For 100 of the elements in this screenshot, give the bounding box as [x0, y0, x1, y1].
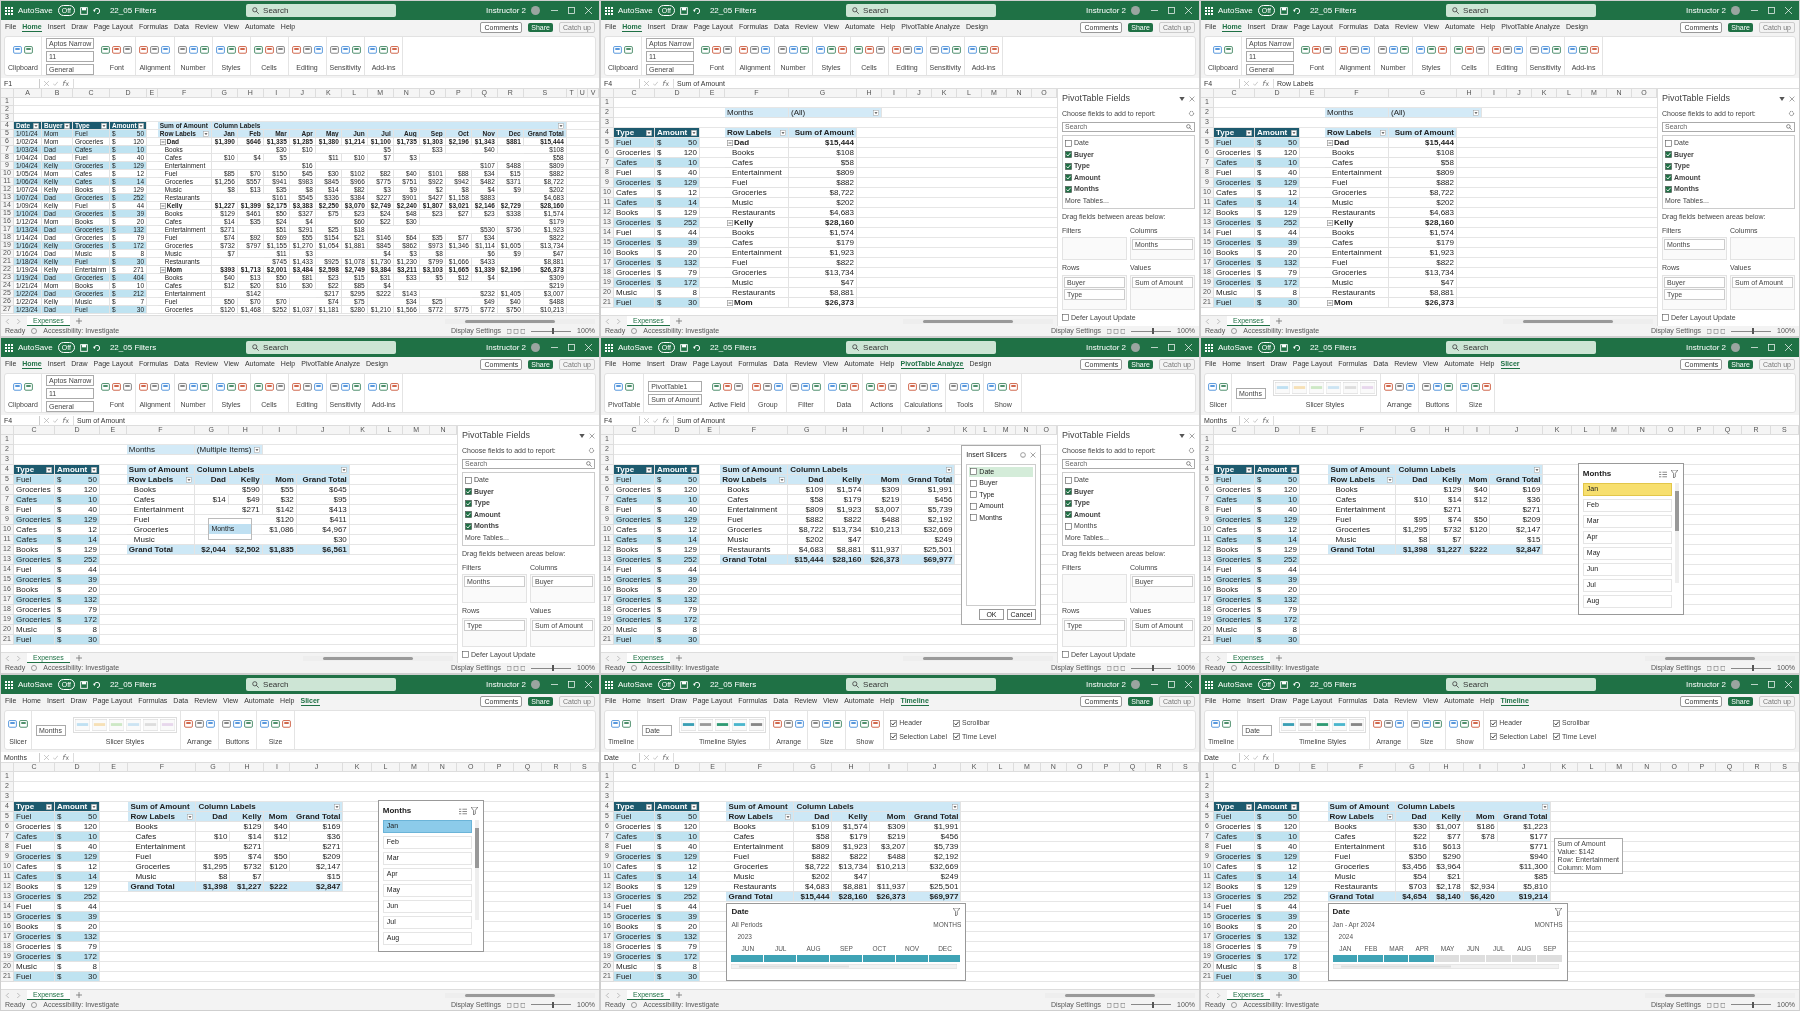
- file-name[interactable]: 22_05 Filters: [109, 341, 157, 354]
- search-field[interactable]: Search: [1446, 678, 1597, 691]
- file-name[interactable]: 22_05 Filters: [1309, 341, 1357, 354]
- checkbox[interactable]: [465, 488, 472, 496]
- command-icon[interactable]: [1384, 382, 1393, 393]
- filter-dropdown-icon[interactable]: [1246, 466, 1252, 473]
- checkbox[interactable]: [890, 733, 898, 741]
- command-icon[interactable]: [368, 382, 378, 393]
- file-name[interactable]: 22_05 Filters: [109, 4, 157, 17]
- collapse-icon[interactable]: [727, 139, 733, 146]
- command-icon[interactable]: [837, 45, 847, 56]
- maximize-icon[interactable]: [568, 344, 575, 351]
- checkbox[interactable]: [1065, 511, 1072, 519]
- command-icon[interactable]: [1426, 45, 1436, 56]
- command-icon[interactable]: [860, 719, 870, 730]
- add-sheet-icon[interactable]: [75, 992, 82, 998]
- command-icon[interactable]: [222, 719, 231, 730]
- command-icon[interactable]: [971, 382, 981, 393]
- command-icon[interactable]: [790, 382, 800, 393]
- command-icon[interactable]: [788, 45, 798, 56]
- command-icon[interactable]: [622, 719, 632, 730]
- style-gallery[interactable]: [1279, 716, 1367, 733]
- timeline-period[interactable]: [1358, 955, 1384, 963]
- command-icon[interactable]: [1433, 719, 1443, 730]
- command-icon[interactable]: [206, 719, 215, 730]
- command-icon[interactable]: [1213, 45, 1222, 56]
- checkbox[interactable]: [465, 476, 472, 484]
- checkbox[interactable]: [1065, 162, 1072, 170]
- save-icon[interactable]: [79, 343, 88, 352]
- command-icon[interactable]: [763, 382, 773, 393]
- collapse-icon[interactable]: [1327, 139, 1333, 146]
- file-name[interactable]: 22_05 Filters: [709, 678, 757, 691]
- minimize-icon[interactable]: [1751, 7, 1758, 14]
- checkbox[interactable]: [970, 491, 978, 499]
- command-icon[interactable]: [777, 45, 787, 56]
- timeline-period[interactable]: [731, 955, 765, 963]
- file-name[interactable]: 22_05 Filters: [1309, 678, 1357, 691]
- command-icon[interactable]: [177, 45, 187, 56]
- checkbox[interactable]: [1065, 185, 1072, 193]
- filter-dropdown-icon[interactable]: [1387, 476, 1394, 483]
- checkbox[interactable]: [1665, 185, 1672, 193]
- help-icon[interactable]: [1020, 452, 1027, 459]
- command-icon[interactable]: [929, 45, 939, 56]
- command-icon[interactable]: [940, 45, 950, 56]
- close-icon[interactable]: [1030, 452, 1037, 459]
- save-icon[interactable]: [1279, 6, 1288, 15]
- command-icon[interactable]: [875, 45, 885, 56]
- collapse-icon[interactable]: [727, 299, 733, 306]
- command-icon[interactable]: [271, 719, 280, 730]
- filter-dropdown-icon[interactable]: [1386, 813, 1393, 820]
- collapse-icon[interactable]: [159, 266, 166, 273]
- command-icon[interactable]: [188, 45, 198, 56]
- checkbox[interactable]: [970, 479, 978, 487]
- command-icon[interactable]: [613, 45, 622, 56]
- clear-filter-icon[interactable]: [470, 807, 479, 815]
- command-icon[interactable]: [1301, 45, 1311, 56]
- command-icon[interactable]: [1411, 719, 1421, 730]
- minimize-icon[interactable]: [1151, 681, 1158, 688]
- filter-dropdown-icon[interactable]: [91, 466, 97, 473]
- command-icon[interactable]: [215, 382, 225, 393]
- command-icon[interactable]: [1540, 45, 1550, 56]
- command-icon[interactable]: [711, 382, 721, 393]
- command-icon[interactable]: [1339, 45, 1349, 56]
- timeline-period[interactable]: [764, 955, 798, 963]
- minimize-icon[interactable]: [551, 7, 558, 14]
- command-icon[interactable]: [826, 45, 836, 56]
- file-name[interactable]: 22_05 Filters: [709, 4, 757, 17]
- close-icon[interactable]: [589, 432, 595, 439]
- command-icon[interactable]: [828, 382, 838, 393]
- command-icon[interactable]: [226, 45, 236, 56]
- command-icon[interactable]: [291, 45, 301, 56]
- search-field[interactable]: Search: [846, 678, 997, 691]
- filter-dropdown-icon[interactable]: [185, 476, 192, 483]
- command-icon[interactable]: [1475, 45, 1485, 56]
- command-icon[interactable]: [833, 719, 843, 730]
- command-icon[interactable]: [275, 382, 285, 393]
- command-icon[interactable]: [1579, 45, 1589, 56]
- filter-dropdown-icon[interactable]: [1534, 466, 1541, 473]
- filter-dropdown-icon[interactable]: [91, 803, 97, 810]
- command-icon[interactable]: [784, 719, 794, 730]
- command-icon[interactable]: [161, 382, 171, 393]
- command-icon[interactable]: [329, 45, 339, 56]
- command-icon[interactable]: [390, 382, 400, 393]
- search-field[interactable]: Search: [246, 4, 397, 17]
- checkbox[interactable]: [465, 499, 472, 507]
- filter-dropdown-icon[interactable]: [952, 803, 959, 810]
- undo-icon[interactable]: [1292, 343, 1301, 352]
- undo-icon[interactable]: [1292, 6, 1301, 15]
- command-icon[interactable]: [13, 45, 22, 56]
- command-icon[interactable]: [1471, 382, 1480, 393]
- filter-dropdown-icon[interactable]: [946, 466, 953, 473]
- save-icon[interactable]: [679, 6, 688, 15]
- command-icon[interactable]: [302, 382, 312, 393]
- command-icon[interactable]: [1399, 45, 1409, 56]
- command-icon[interactable]: [811, 719, 821, 730]
- command-icon[interactable]: [195, 719, 204, 730]
- filter-dropdown-icon[interactable]: [1380, 129, 1386, 136]
- command-icon[interactable]: [188, 382, 198, 393]
- add-sheet-icon[interactable]: [1275, 318, 1282, 324]
- add-sheet-icon[interactable]: [675, 992, 682, 998]
